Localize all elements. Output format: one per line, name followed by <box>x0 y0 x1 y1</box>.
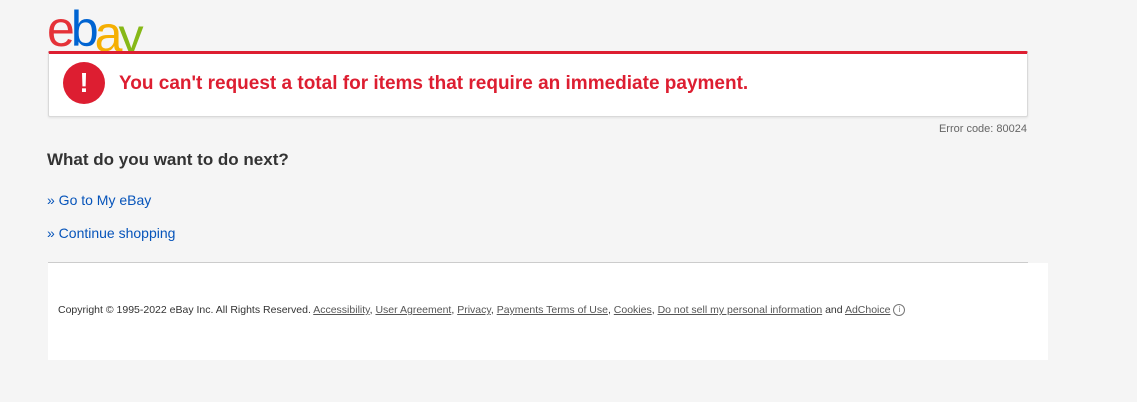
adchoice-info-icon[interactable]: i <box>893 304 906 317</box>
ebay-logo[interactable]: e b a y <box>47 1 143 61</box>
footer-link-do-not-sell[interactable]: Do not sell my personal information <box>658 304 823 316</box>
copyright-text: Copyright © 1995-2022 eBay Inc. All Righ… <box>58 304 311 316</box>
error-banner: ! You can't request a total for items th… <box>48 51 1028 117</box>
footer-link-payments-terms[interactable]: Payments Terms of Use <box>497 304 608 316</box>
logo-letter-b: b <box>70 1 99 57</box>
next-steps-heading: What do you want to do next? <box>47 150 289 169</box>
continue-shopping-link[interactable]: » Continue shopping <box>47 225 175 241</box>
footer-legal-line: Copyright © 1995-2022 eBay Inc. All Righ… <box>58 304 906 317</box>
logo-letter-e: e <box>47 1 75 57</box>
footer-link-accessibility[interactable]: Accessibility <box>313 304 369 316</box>
footer-link-cookies[interactable]: Cookies <box>614 304 652 316</box>
error-alert-icon: ! <box>63 62 105 104</box>
page: e b a y ! You can't request a total for … <box>0 0 1137 402</box>
error-code: Error code: 80024 <box>938 123 1027 135</box>
footer-link-privacy[interactable]: Privacy <box>457 304 491 316</box>
error-message: You can't request a total for items that… <box>119 73 749 94</box>
footer-link-adchoice[interactable]: AdChoice <box>845 304 891 316</box>
footer-and-text: and <box>825 304 843 316</box>
go-to-my-ebay-link[interactable]: » Go to My eBay <box>47 192 151 208</box>
footer: Copyright © 1995-2022 eBay Inc. All Righ… <box>48 263 1048 360</box>
footer-link-user-agreement[interactable]: User Agreement <box>375 304 451 316</box>
